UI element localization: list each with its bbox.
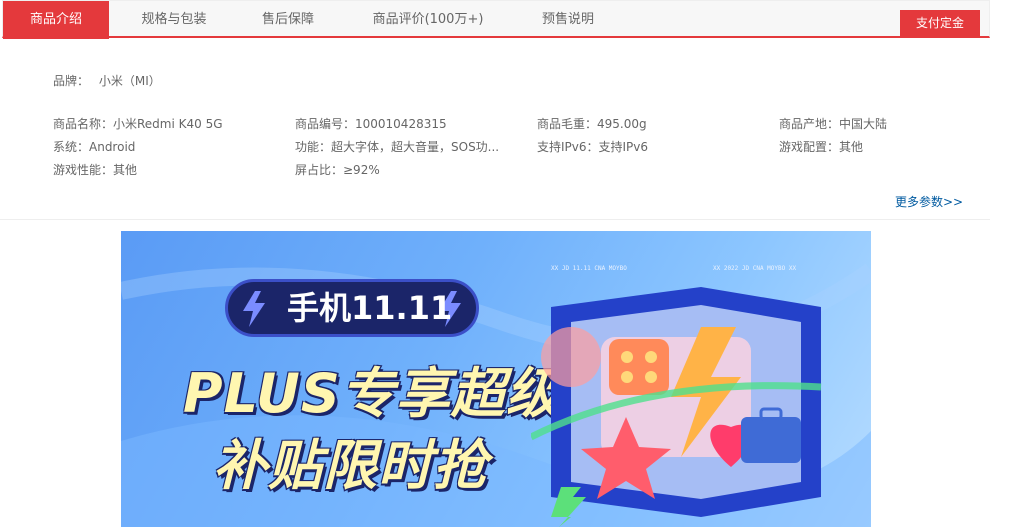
banner-pill-text: 手机11.11 xyxy=(287,289,453,327)
param-product-name: 商品名称：小米Redmi K40 5G xyxy=(53,117,223,131)
param-game-config: 游戏配置：其他 xyxy=(779,140,864,154)
brand-row: 品牌： 小米（MI） xyxy=(53,72,161,89)
param-ipv6: 支持IPv6：支持IPv6 xyxy=(537,140,649,154)
tab-product-intro[interactable]: 商品介绍 xyxy=(3,1,109,39)
divider xyxy=(0,219,990,220)
pay-deposit-button[interactable]: 支付定金 xyxy=(900,10,980,36)
tab-bar: 商品介绍 规格与包装 售后保障 商品评价(100万+) 预售说明 支付定金 xyxy=(2,0,990,39)
promo-banner[interactable]: XX JD 11.11 CNA MOYBO XX 2022 JD CNA MOY… xyxy=(121,231,871,527)
param-origin: 商品产地：中国大陆 xyxy=(779,117,888,131)
banner-headline-1: PLUS专享超级 xyxy=(183,362,561,425)
param-features: 功能：超大字体，超大音量，SOS功... xyxy=(295,140,500,154)
brand-value[interactable]: 小米（MI） xyxy=(99,74,161,88)
lightning-icon xyxy=(243,291,265,327)
orange-ball-icon xyxy=(541,327,601,387)
tab-presale-info[interactable]: 预售说明 xyxy=(523,1,613,39)
param-product-id: 商品编号：100010428315 xyxy=(295,117,447,131)
param-screen-ratio: 屏占比：≥92% xyxy=(295,163,380,177)
banner-illustration xyxy=(531,287,822,527)
banner-headline-2: 补贴限时抢 xyxy=(213,434,488,497)
brand-label: 品牌： xyxy=(53,74,90,88)
param-gross-weight: 商品毛重：495.00g xyxy=(537,117,647,131)
tab-reviews[interactable]: 商品评价(100万+) xyxy=(353,1,503,39)
param-os: 系统：Android xyxy=(53,140,136,154)
briefcase-icon xyxy=(741,417,801,463)
tab-after-sales[interactable]: 售后保障 xyxy=(243,1,333,39)
param-game-performance: 游戏性能：其他 xyxy=(53,163,138,177)
game-controller-icon xyxy=(609,339,669,395)
tab-specs-packaging[interactable]: 规格与包装 xyxy=(119,1,229,39)
more-params-link[interactable]: 更多参数>> xyxy=(895,193,963,210)
